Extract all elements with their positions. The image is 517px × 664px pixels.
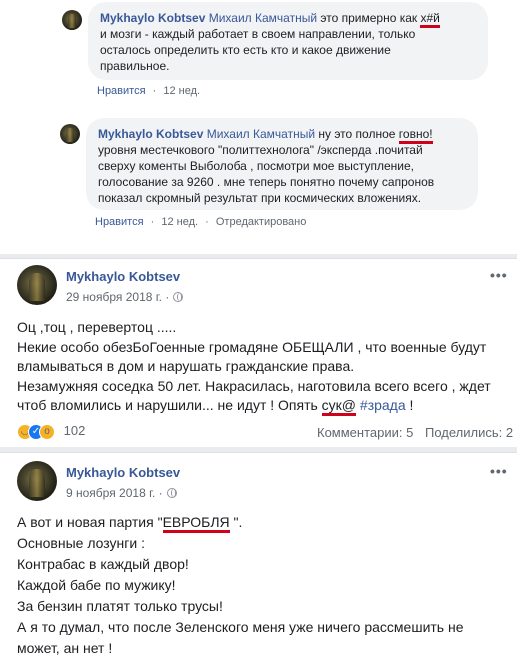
comment-bubble: Mykhaylo Kobtsev Михаил Камчатный ну это… <box>86 118 478 210</box>
comments-count-link[interactable]: Комментарии: 5 <box>317 425 413 440</box>
comments-section: Mykhaylo Kobtsev Михаил Камчатный это пр… <box>0 0 517 254</box>
post-line: Некие особо обезБоГоенные громадяне ОБЕЩ… <box>17 338 487 355</box>
post-avatar[interactable] <box>17 461 57 501</box>
post-line-text: А вот и новая партия " <box>17 514 163 530</box>
comment-avatar[interactable] <box>62 10 82 30</box>
post-text: А вот и новая партия "ЕВРОБЛЯ ". Основны… <box>17 512 464 659</box>
comment-text: сверху коменты Выболоба , посмотри мое в… <box>98 159 414 173</box>
post-line: Каждой бабе по мужику! <box>17 577 176 593</box>
post-line: А вот и новая партия "ЕВРОБЛЯ ". <box>17 512 464 533</box>
post-stats: Комментарии: 5 Поделились: 2 <box>317 425 513 440</box>
comment-text: это примерно как <box>317 11 421 25</box>
post-line: может, ан нет ! <box>17 640 113 656</box>
reactions-bar[interactable]: ◡ ✓ o 102 <box>17 423 85 440</box>
comment-actions: Нравится · 12 нед. · Отредактировано <box>95 216 306 228</box>
comment-underlined-word: х#й <box>420 11 440 28</box>
wow-reaction-icon: o <box>39 423 55 440</box>
comment-text: показал скромный результат при космическ… <box>98 191 422 205</box>
post-date[interactable]: 9 ноября 2018 г. · <box>66 486 177 500</box>
comment-author[interactable]: Mykhaylo Kobtsev <box>100 11 205 25</box>
post-line: Контрабас в каждый двор! <box>17 556 189 572</box>
globe-icon <box>173 292 184 302</box>
comment-text: осталось определить кто есть кто и какое… <box>100 43 391 57</box>
reactions-count[interactable]: 102 <box>64 423 86 438</box>
post-line: Основные лозунги : <box>17 535 145 551</box>
hashtag-link[interactable]: #зрада <box>360 397 406 413</box>
post: Mykhaylo Kobtsev 9 ноября 2018 г. · ••• … <box>0 452 517 664</box>
comment-text: голосование за 9260 . мне теперь понятно… <box>98 175 435 189</box>
comment-text: и мозги - каждый работает в своем направ… <box>100 27 416 41</box>
post-underlined-word: ЕВРОБЛЯ <box>162 514 230 533</box>
post-line: Незамужняя соседка 50 лет. Накрасилась, … <box>17 377 491 394</box>
post-date-text[interactable]: 29 ноября 2018 г. · <box>66 290 169 304</box>
comment-text: ну это полное <box>315 127 399 141</box>
comment-text: правильное. <box>100 59 170 73</box>
post-line: Оц ,тоц , перевертоц ..... <box>17 319 177 335</box>
comment-time[interactable]: 12 нед. <box>161 216 198 228</box>
comment-text: уровня местечкового "политтехнолога" /эк… <box>98 143 423 157</box>
post-line-text: чтоб вломились и нарушили... не идут ! О… <box>17 397 322 413</box>
post-text: Оц ,тоц , перевертоц ..... Некие особо о… <box>17 318 491 416</box>
like-link[interactable]: Нравится <box>97 85 146 97</box>
comment-underlined-word: говно! <box>398 127 433 144</box>
comment-time[interactable]: 12 нед. <box>163 85 200 97</box>
post-author[interactable]: Mykhaylo Kobtsev <box>66 269 180 284</box>
post-date[interactable]: 29 ноября 2018 г. · <box>66 290 184 304</box>
comment-avatar[interactable] <box>60 124 80 144</box>
comment-mention[interactable]: Михаил Камчатный <box>209 11 317 25</box>
post-line: А я то думал, что после Зеленского меня … <box>17 619 464 635</box>
globe-icon <box>166 488 177 498</box>
post-line-text: ". <box>229 514 243 530</box>
post-line-end: ! <box>405 397 414 413</box>
post-avatar[interactable] <box>17 265 57 305</box>
separator-dot: · <box>205 216 209 228</box>
post-line: За бензин платят только трусы! <box>17 598 223 614</box>
comment-author[interactable]: Mykhaylo Kobtsev <box>98 127 203 141</box>
comment-actions: Нравится · 12 нед. <box>97 85 200 97</box>
comment-bubble: Mykhaylo Kobtsev Михаил Камчатный это пр… <box>88 2 488 80</box>
post-underlined-word: сук@ <box>321 397 357 416</box>
separator-dot: · <box>152 85 157 97</box>
more-options-button[interactable]: ••• <box>490 463 508 479</box>
separator-dot: · <box>150 216 155 228</box>
post-line: вламываться в дом и нарушать гражданские… <box>17 358 355 374</box>
more-options-button[interactable]: ••• <box>490 267 508 283</box>
post-line: чтоб вломились и нарушили... не идут ! О… <box>17 396 491 416</box>
like-link[interactable]: Нравится <box>95 216 144 228</box>
post-author[interactable]: Mykhaylo Kobtsev <box>66 465 180 480</box>
shares-count-link[interactable]: Поделились: 2 <box>425 425 513 440</box>
edited-label: Отредактировано <box>215 216 307 228</box>
post-date-text[interactable]: 9 ноября 2018 г. · <box>66 486 163 500</box>
comment-mention[interactable]: Михаил Камчатный <box>207 127 315 141</box>
post: Mykhaylo Kobtsev 29 ноября 2018 г. · •••… <box>0 258 517 448</box>
